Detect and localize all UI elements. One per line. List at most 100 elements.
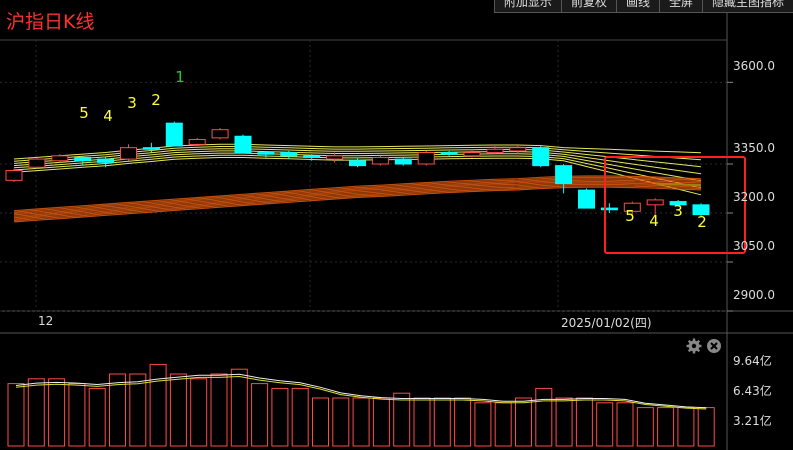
candle bbox=[463, 149, 481, 158]
volume-bar bbox=[27, 378, 45, 447]
candle bbox=[5, 168, 23, 182]
volume-bar bbox=[210, 373, 228, 447]
volume-bar bbox=[535, 387, 553, 447]
volume-bar bbox=[48, 378, 66, 447]
price-tick-label: 3200.0 bbox=[733, 190, 775, 204]
toolbar-button-hide-main-indicator[interactable]: 隐藏主图指标 bbox=[701, 0, 793, 13]
volume-bar bbox=[88, 387, 106, 447]
candle bbox=[417, 150, 435, 166]
volume-tick-label: 9.64亿 bbox=[733, 354, 772, 368]
volume-bar bbox=[636, 407, 654, 447]
candle bbox=[280, 150, 298, 160]
chart-toolbar: 附加显示 前复权 画线 全屏 隐藏主图指标 bbox=[493, 0, 793, 13]
candle bbox=[394, 157, 412, 166]
candle-body bbox=[349, 160, 366, 167]
volume-bar bbox=[129, 373, 147, 447]
volume-bar bbox=[312, 397, 329, 447]
price-tick-label: 3600.0 bbox=[733, 59, 775, 73]
candle-body bbox=[28, 158, 46, 168]
candle-body bbox=[394, 158, 412, 165]
candle-body bbox=[509, 147, 527, 152]
candle-body bbox=[211, 129, 229, 139]
volume-bar bbox=[555, 397, 573, 447]
ma-line-orange bbox=[13, 183, 702, 220]
candle bbox=[51, 154, 69, 163]
candle-body bbox=[578, 189, 595, 209]
volume-bar bbox=[413, 397, 431, 447]
volume-bar bbox=[251, 383, 269, 447]
volume-bar bbox=[190, 378, 208, 447]
candle bbox=[74, 155, 92, 166]
volume-bar bbox=[697, 407, 715, 447]
wave-label: 4 bbox=[103, 107, 113, 125]
candle-body bbox=[51, 155, 69, 162]
candle-body bbox=[303, 155, 321, 158]
candle bbox=[234, 134, 252, 154]
candle-body bbox=[74, 156, 92, 162]
candle bbox=[349, 157, 366, 168]
candle-body bbox=[5, 170, 23, 181]
price-tick-label: 3350.0 bbox=[733, 141, 775, 155]
volume-bar bbox=[616, 402, 634, 447]
volume-series bbox=[7, 363, 715, 447]
volume-tick-label: 6.43亿 bbox=[733, 384, 772, 398]
wave-label: 1 bbox=[175, 68, 185, 86]
volume-tick-label: 3.21亿 bbox=[733, 414, 772, 428]
candle-body bbox=[142, 147, 160, 150]
volume-bar bbox=[7, 383, 25, 447]
candle-body bbox=[188, 139, 206, 145]
volume-bar bbox=[230, 368, 248, 447]
candle bbox=[371, 155, 389, 166]
date-tick-label: 12 bbox=[38, 314, 54, 328]
toolbar-button-draw-line[interactable]: 画线 bbox=[615, 0, 659, 13]
wave-label: 3 bbox=[673, 202, 683, 220]
candle bbox=[600, 203, 618, 213]
volume-bar bbox=[677, 407, 695, 447]
volume-bar bbox=[352, 397, 370, 447]
volume-bar bbox=[515, 397, 532, 447]
candle-body bbox=[486, 148, 504, 154]
candle-body bbox=[417, 152, 435, 165]
candle-body bbox=[120, 147, 137, 160]
date-tick-label: 2025/01/02(四) bbox=[561, 316, 652, 330]
wave-label: 3 bbox=[127, 94, 137, 112]
wave-label: 5 bbox=[625, 207, 635, 225]
settings-gear-icon[interactable] bbox=[685, 337, 703, 355]
wave-label: 4 bbox=[649, 212, 659, 230]
volume-bar bbox=[169, 373, 187, 447]
candle-body bbox=[257, 152, 275, 155]
volume-bar bbox=[494, 402, 512, 447]
candle bbox=[120, 144, 137, 161]
wave-label: 2 bbox=[697, 213, 707, 231]
candle bbox=[28, 157, 46, 169]
close-circle-icon[interactable] bbox=[705, 337, 723, 355]
moving-average-lines bbox=[13, 143, 702, 223]
candle bbox=[188, 137, 206, 147]
toolbar-button-extra-display[interactable]: 附加显示 bbox=[493, 0, 561, 13]
candle-body bbox=[463, 152, 481, 157]
toolbar-button-fullscreen[interactable]: 全屏 bbox=[658, 0, 702, 13]
volume-bar bbox=[575, 397, 593, 447]
candle-body bbox=[646, 199, 664, 206]
volume-bar bbox=[68, 383, 86, 447]
toolbar-button-forward-adjust[interactable]: 前复权 bbox=[560, 0, 616, 13]
volume-bar bbox=[332, 397, 350, 447]
volume-bar bbox=[372, 397, 390, 447]
volume-bar bbox=[291, 387, 309, 447]
kline-chart[interactable]: 5 43 215 432 bbox=[0, 0, 793, 450]
chart-title: 沪指日K线 bbox=[6, 11, 95, 33]
candle bbox=[326, 152, 344, 163]
candle-body bbox=[97, 158, 115, 163]
volume-bar bbox=[657, 407, 675, 447]
volume-bar bbox=[393, 392, 411, 447]
price-tick-label: 3050.0 bbox=[733, 239, 775, 253]
price-tick-label: 2900.0 bbox=[733, 288, 775, 302]
candle-body bbox=[555, 165, 573, 185]
ma-line-orange bbox=[13, 182, 702, 219]
candle-body bbox=[532, 147, 550, 167]
candlestick-series bbox=[5, 121, 710, 217]
volume-bar bbox=[271, 387, 289, 447]
candle-body bbox=[600, 207, 618, 211]
candle-body bbox=[326, 155, 344, 160]
candle-body bbox=[280, 152, 298, 157]
